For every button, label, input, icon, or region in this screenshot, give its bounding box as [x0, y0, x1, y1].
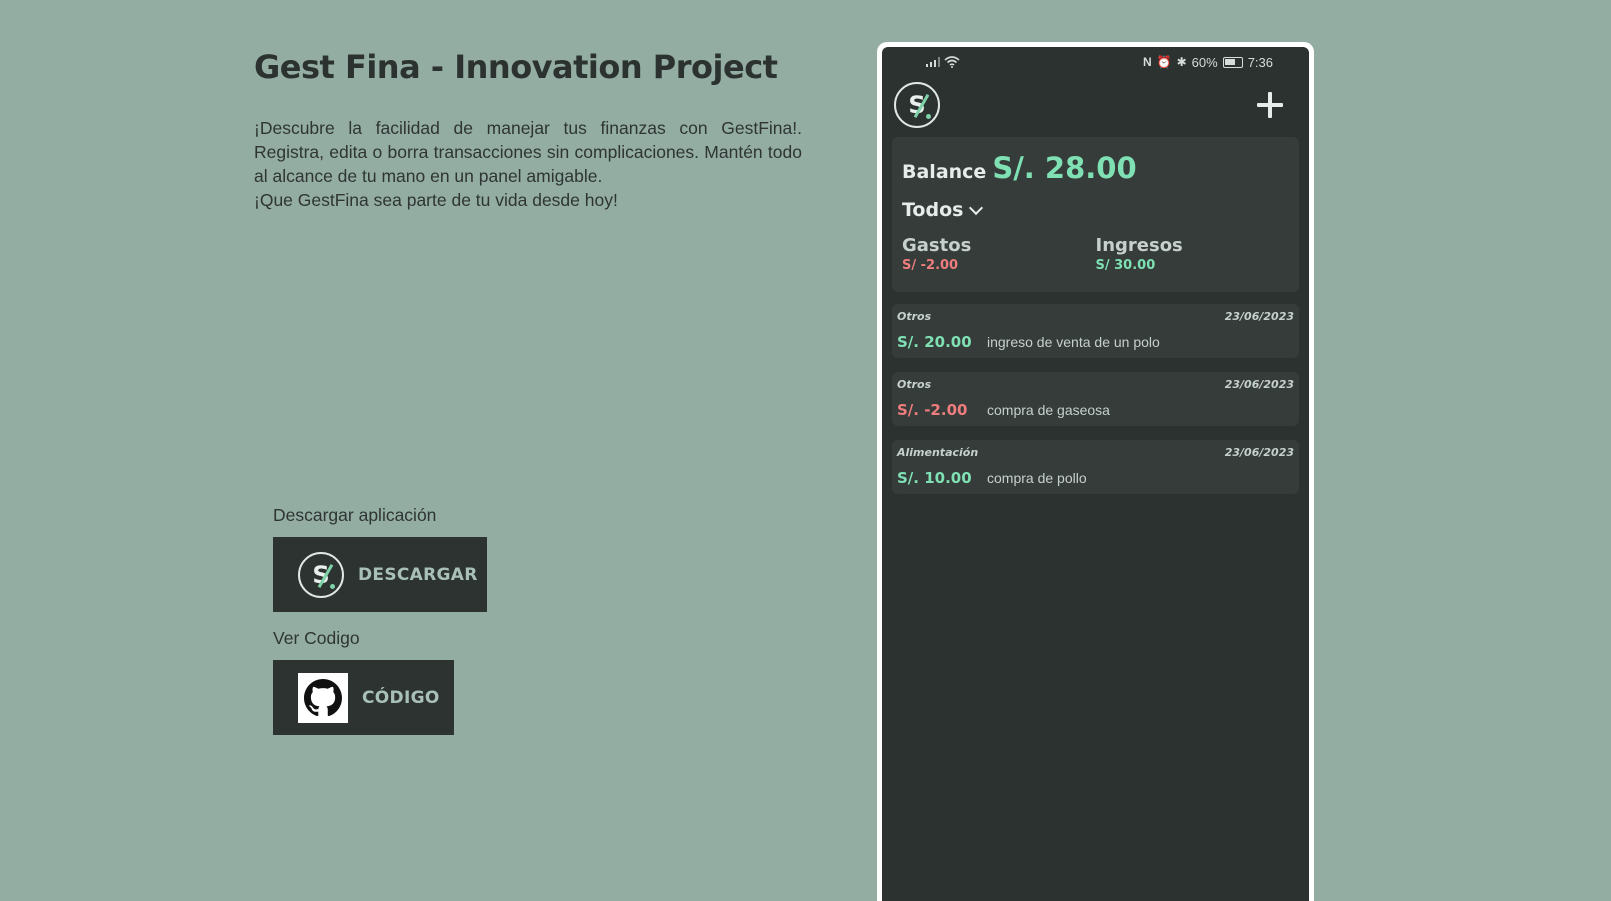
- balance-summary-card: Balance S/. 28.00 Todos Gastos S/ -2.00 …: [892, 137, 1299, 292]
- transaction-item[interactable]: Otros 23/06/2023 S/. 20.00 ingreso de ve…: [892, 304, 1299, 358]
- description-line-1: ¡Descubre la facilidad de manejar tus fi…: [254, 118, 802, 186]
- transaction-amount: S/. 20.00: [897, 333, 972, 351]
- view-code-label: Ver Codigo: [273, 628, 360, 648]
- code-button[interactable]: CÓDIGO: [273, 660, 454, 735]
- alarm-icon: ⏰: [1156, 55, 1172, 69]
- transaction-description: ingreso de venta de un polo: [987, 334, 1160, 350]
- nfc-icon: N: [1142, 55, 1152, 69]
- transaction-item[interactable]: Alimentación 23/06/2023 S/. 10.00 compra…: [892, 440, 1299, 494]
- download-button-label: DESCARGAR: [358, 564, 478, 585]
- download-button[interactable]: S DESCARGAR: [273, 537, 487, 612]
- status-time: 7:36: [1247, 54, 1273, 70]
- filter-label: Todos: [902, 199, 964, 221]
- income-total: Ingresos S/ 30.00: [1096, 235, 1290, 273]
- battery-icon: [1222, 56, 1243, 68]
- filter-dropdown[interactable]: Todos: [902, 199, 1289, 221]
- totals-row: Gastos S/ -2.00 Ingresos S/ 30.00: [902, 235, 1289, 273]
- intro-section: Gest Fina - Innovation Project ¡Descubre…: [254, 48, 802, 212]
- transaction-date: 23/06/2023: [1224, 446, 1294, 459]
- transaction-description: compra de gaseosa: [987, 402, 1110, 418]
- expenses-label: Gastos: [902, 235, 972, 256]
- transaction-date: 23/06/2023: [1224, 310, 1294, 323]
- transaction-amount: S/. -2.00: [897, 401, 968, 419]
- chevron-down-icon: [969, 200, 984, 215]
- transaction-item[interactable]: Otros 23/06/2023 S/. -2.00 compra de gas…: [892, 372, 1299, 426]
- downloads-section: Descargar aplicación S DESCARGAR Ver Cod…: [273, 503, 487, 735]
- income-value: S/ 30.00: [1095, 258, 1156, 273]
- signal-icon: [926, 57, 940, 67]
- plus-icon[interactable]: [1257, 92, 1283, 118]
- status-right: N ⏰ ✱ 60% 7:36: [1143, 55, 1273, 70]
- phone-mockup: N ⏰ ✱ 60% 7:36 S Balance S/. 28.00 Todos…: [877, 42, 1314, 901]
- page-title: Gest Fina - Innovation Project: [254, 48, 778, 86]
- transaction-list: Otros 23/06/2023 S/. 20.00 ingreso de ve…: [882, 304, 1309, 494]
- code-button-label: CÓDIGO: [362, 687, 440, 708]
- income-label: Ingresos: [1095, 235, 1183, 256]
- page: Gest Fina - Innovation Project ¡Descubre…: [0, 0, 1611, 901]
- description-line-2: ¡Que GestFina sea parte de tu vida desde…: [254, 190, 618, 210]
- wifi-icon: [944, 56, 960, 68]
- bluetooth-icon: ✱: [1176, 55, 1187, 69]
- download-app-label: Descargar aplicación: [273, 505, 437, 525]
- transaction-category: Alimentación: [897, 446, 979, 459]
- battery-percent: 60%: [1191, 54, 1218, 70]
- transaction-date: 23/06/2023: [1224, 378, 1294, 391]
- status-bar: N ⏰ ✱ 60% 7:36: [882, 47, 1309, 77]
- app-header: S: [882, 77, 1309, 133]
- balance-row: Balance S/. 28.00: [902, 151, 1289, 185]
- github-icon: [298, 672, 348, 723]
- balance-label: Balance: [902, 161, 987, 183]
- transaction-category: Otros: [897, 378, 932, 391]
- description: ¡Descubre la facilidad de manejar tus fi…: [254, 116, 802, 212]
- transaction-amount: S/. 10.00: [897, 469, 972, 487]
- app-logo-icon: S: [894, 82, 940, 128]
- transaction-category: Otros: [897, 310, 932, 323]
- expenses-value: S/ -2.00: [902, 258, 959, 273]
- gestfina-logo-icon: S: [298, 551, 344, 598]
- transaction-description: compra de pollo: [987, 470, 1087, 486]
- phone-screen: N ⏰ ✱ 60% 7:36 S Balance S/. 28.00 Todos…: [882, 47, 1309, 901]
- balance-value: S/. 28.00: [992, 151, 1137, 185]
- expenses-total: Gastos S/ -2.00: [902, 235, 1096, 273]
- status-left: [926, 56, 960, 68]
